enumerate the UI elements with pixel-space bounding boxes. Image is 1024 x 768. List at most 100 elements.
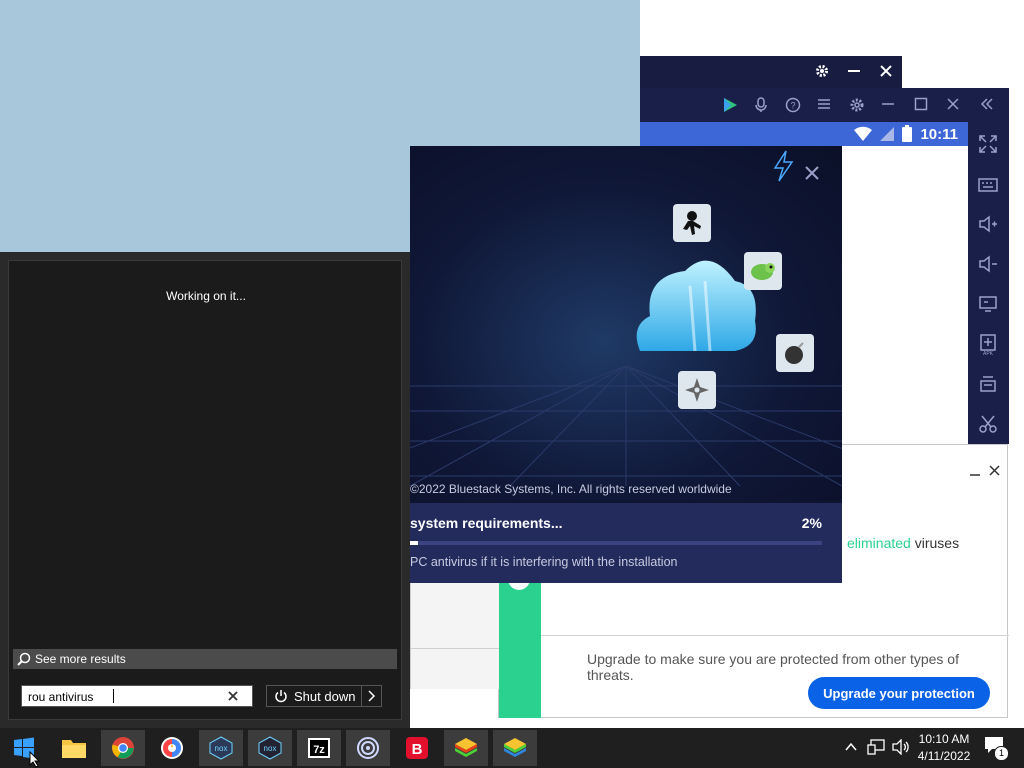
taskbar: nox nox 7z B 10:10 AM 4/11/2022 1 — [0, 728, 1024, 768]
bluestacks-toolbar: ? — [640, 88, 1009, 122]
keyboard-icon[interactable] — [978, 174, 998, 194]
antivirus-side-bar — [499, 575, 541, 718]
chevron-right-icon[interactable] — [367, 690, 377, 702]
start-menu: Working on it... See more results rou an… — [0, 252, 410, 728]
scissors-icon[interactable] — [978, 414, 998, 434]
eliminated-word: eliminated — [847, 535, 911, 551]
chrome-icon — [112, 737, 134, 759]
clear-search-icon[interactable] — [228, 691, 238, 701]
taskbar-bitdefender[interactable]: B — [395, 730, 439, 766]
search-results-panel: Working on it... See more results rou an… — [8, 260, 402, 720]
viruses-word: viruses — [914, 535, 960, 551]
bitdefender-label: B — [412, 741, 423, 758]
search-input[interactable]: rou antivirus — [21, 685, 253, 707]
bitdefender-icon: B — [406, 737, 428, 759]
taskbar-7zip[interactable]: 7z — [297, 730, 341, 766]
install-apk-icon[interactable]: APK — [978, 334, 998, 356]
microphone-icon[interactable] — [754, 97, 768, 113]
close-icon[interactable] — [879, 64, 893, 78]
taskbar-brave[interactable] — [150, 730, 194, 766]
eliminated-viruses-text: eliminated viruses — [847, 535, 959, 551]
taskbar-bluestacks[interactable] — [444, 730, 488, 766]
bolt-icon — [773, 150, 794, 182]
cloud-icon — [636, 260, 756, 352]
close-icon[interactable] — [989, 465, 1000, 476]
minimize-icon[interactable] — [847, 64, 861, 78]
turtle-tile-icon — [744, 252, 782, 290]
ninja-tile-icon — [673, 204, 711, 242]
close-icon[interactable] — [805, 166, 819, 180]
nox-label: nox — [215, 744, 228, 753]
search-icon — [17, 652, 31, 666]
mouse-cursor-icon — [29, 751, 41, 768]
divider — [541, 635, 1009, 636]
power-icon — [275, 690, 287, 703]
network-icon[interactable] — [867, 739, 885, 755]
signal-icon — [880, 127, 894, 141]
chevron-up-icon[interactable] — [845, 742, 857, 752]
bluestacks-sidebar: APK — [968, 122, 1009, 444]
installer-artwork — [410, 146, 842, 501]
battery-icon — [902, 125, 912, 142]
see-more-results-button[interactable]: See more results — [13, 649, 397, 669]
screen-icon[interactable] — [978, 294, 998, 314]
minimize-icon[interactable] — [969, 467, 981, 477]
text-cursor — [113, 689, 114, 703]
fullscreen-icon[interactable] — [978, 134, 998, 154]
gear-icon[interactable] — [815, 64, 829, 78]
volume-icon[interactable] — [892, 739, 910, 755]
bluestacks-multi-icon — [504, 738, 526, 757]
wifi-icon — [854, 126, 872, 141]
minimize-icon[interactable] — [881, 97, 895, 111]
system-clock[interactable]: 10:10 AM 4/11/2022 — [914, 732, 974, 763]
android-screen — [842, 146, 968, 444]
perspective-grid — [410, 366, 842, 486]
installer-progress-bar — [410, 541, 822, 545]
installer-step-text: system requirements... — [410, 515, 563, 531]
folder-icon — [62, 740, 86, 758]
taskbar-file-explorer[interactable] — [52, 730, 96, 766]
collapse-sidebar-icon[interactable] — [980, 97, 994, 111]
maximize-icon[interactable] — [914, 97, 928, 111]
upgrade-button[interactable]: Upgrade your protection — [808, 677, 990, 709]
notification-count-badge: 1 — [994, 746, 1009, 761]
volume-up-icon[interactable] — [978, 214, 998, 234]
search-input-text: rou antivirus — [28, 690, 94, 704]
taskbar-nox-multi[interactable]: nox — [248, 730, 292, 766]
help-icon[interactable]: ? — [785, 97, 801, 113]
close-icon[interactable] — [946, 97, 960, 111]
volume-down-icon[interactable] — [978, 254, 998, 274]
settings-icon[interactable] — [849, 97, 865, 113]
nox-multi-label: nox — [264, 744, 277, 753]
action-center-button[interactable]: 1 — [984, 736, 1010, 761]
menu-icon[interactable] — [817, 97, 831, 111]
taskbar-bluestacks-multi[interactable] — [493, 730, 537, 766]
clock-time: 10:10 AM — [918, 732, 970, 746]
taskbar-nox[interactable]: nox — [199, 730, 243, 766]
nox-title-bar — [640, 56, 902, 88]
installer-copyright: ©2022 Bluestack Systems, Inc. All rights… — [410, 482, 732, 496]
7zip-icon: 7z — [308, 738, 330, 758]
bomb-tile-icon — [776, 334, 814, 372]
svg-text:?: ? — [790, 101, 795, 111]
search-status: Working on it... — [166, 289, 246, 303]
shuriken-tile-icon — [678, 371, 716, 409]
shut-down-label: Shut down — [294, 689, 356, 704]
see-more-label: See more results — [35, 652, 126, 666]
installer-progress-fill — [410, 541, 419, 545]
taskbar-chrome[interactable] — [101, 730, 145, 766]
multi-instance-icon[interactable] — [978, 374, 998, 394]
brave-icon — [161, 737, 183, 759]
shut-down-button[interactable]: Shut down — [266, 685, 382, 707]
7zip-label: 7z — [313, 744, 325, 756]
svg-text:APK: APK — [983, 351, 994, 356]
background-window — [410, 583, 499, 689]
installer-antivirus-note: PC antivirus if it is interfering with t… — [410, 555, 678, 569]
taskbar-cortana[interactable] — [346, 730, 390, 766]
nox-icon: nox — [209, 736, 233, 760]
cortana-icon — [357, 737, 379, 759]
android-status-bar: 10:11 — [640, 122, 968, 146]
android-clock: 10:11 — [920, 126, 958, 143]
clock-date: 4/11/2022 — [917, 749, 971, 763]
play-store-icon[interactable] — [722, 97, 738, 113]
